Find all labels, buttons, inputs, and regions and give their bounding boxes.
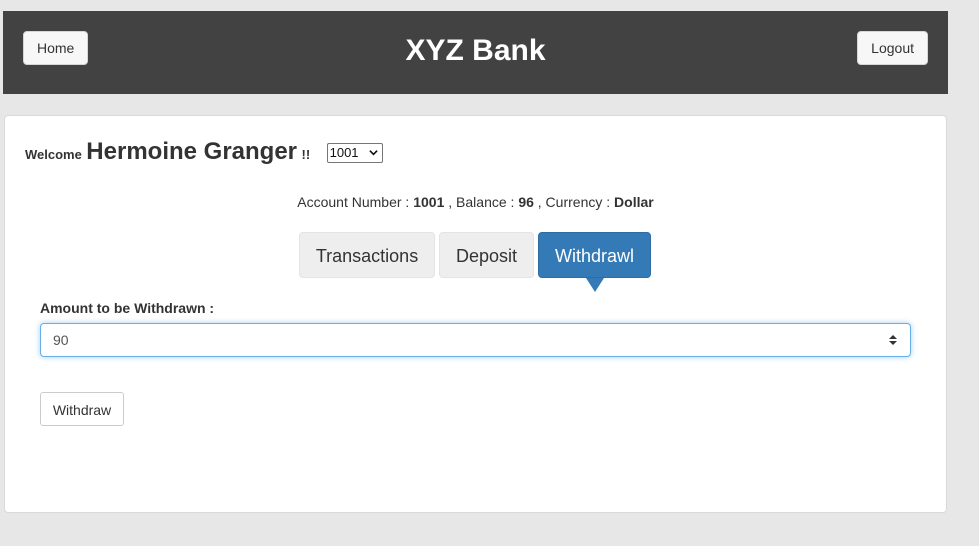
account-select[interactable]: 1001	[326, 143, 383, 163]
account-select-value: 1001	[329, 145, 359, 160]
amount-label: Amount to be Withdrawn :	[40, 300, 215, 316]
withdraw-button[interactable]: Withdraw	[40, 392, 124, 426]
currency-label: , Currency :	[537, 194, 611, 210]
spinner-arrows-icon	[889, 335, 897, 345]
account-number-value: 1001	[413, 194, 445, 210]
customer-name: Hermoine Granger	[86, 138, 298, 165]
number-spinner[interactable]	[886, 333, 900, 347]
amount-input[interactable]	[41, 324, 871, 356]
logout-button[interactable]: Logout	[857, 31, 928, 65]
currency-value: Dollar	[614, 194, 654, 210]
welcome-row: Welcome Hermoine Granger !! 1001	[25, 138, 383, 166]
account-panel: Welcome Hermoine Granger !! 1001 Account…	[4, 115, 947, 513]
amount-field-wrapper	[40, 323, 911, 357]
account-info: Account Number : 1001 , Balance : 96 , C…	[5, 194, 946, 210]
app-header: Home XYZ Bank Logout	[3, 11, 948, 94]
balance-label: , Balance :	[448, 194, 515, 210]
balance-value: 96	[518, 194, 534, 210]
chevron-down-icon	[368, 144, 378, 162]
bank-title: XYZ Bank	[405, 34, 546, 67]
tab-transactions[interactable]: Transactions	[299, 232, 435, 278]
tab-withdrawl[interactable]: Withdrawl	[538, 232, 651, 278]
active-tab-pointer	[586, 278, 604, 292]
welcome-label: Welcome	[25, 147, 82, 162]
tab-deposit[interactable]: Deposit	[439, 232, 534, 278]
account-number-label: Account Number :	[297, 194, 410, 210]
welcome-exclaim: !!	[301, 147, 311, 162]
page: Home XYZ Bank Logout Welcome Hermoine Gr…	[0, 0, 979, 546]
